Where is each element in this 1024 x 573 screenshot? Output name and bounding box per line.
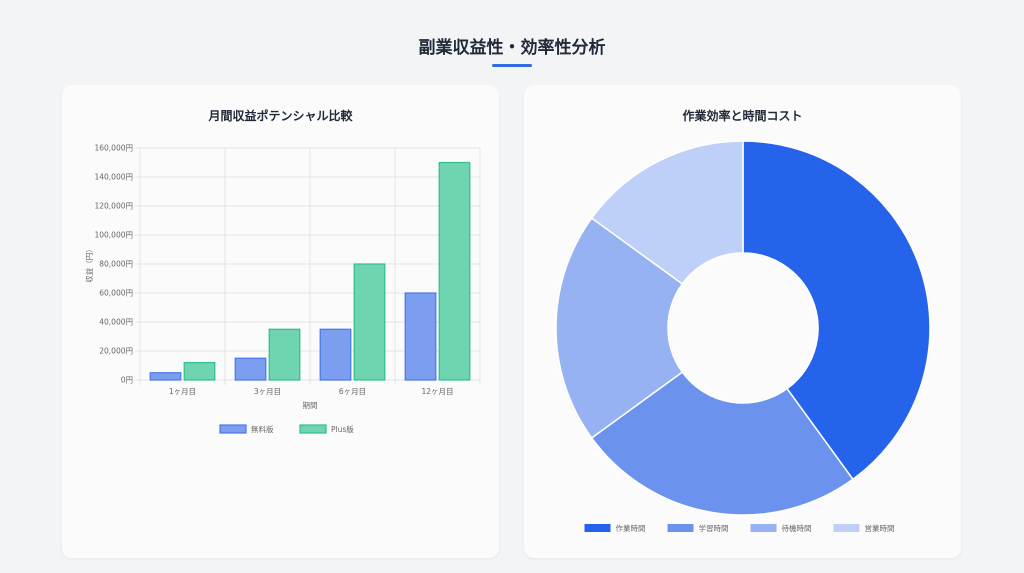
x-tick-label: 6ヶ月目 [339,387,366,396]
x-axis-title: 期間 [303,401,318,410]
title-underline [492,64,532,67]
x-tick-label: 1ヶ月目 [169,387,196,396]
legend-label[interactable]: 営業時間 [865,523,895,533]
legend-swatch[interactable] [833,524,860,532]
bar [353,263,386,381]
y-tick-label: 100,000円 [94,231,133,240]
bar [149,372,182,381]
bar [404,292,437,381]
legend-label[interactable]: Plus版 [331,424,354,434]
y-tick-label: 120,000円 [94,202,133,211]
legend-label[interactable]: 待機時間 [782,523,812,533]
legend-swatch[interactable] [299,424,327,434]
legend-swatch[interactable] [750,524,777,532]
page-title: 副業収益性・効率性分析 [418,38,606,58]
legend-label[interactable]: 学習時間 [699,523,729,533]
bar-chart-card: 月間収益ポテンシャル比較 0円 20,000円 40,000円 60,000円 80,0… [62,85,499,558]
bar [234,357,267,381]
legend-swatch[interactable] [584,524,611,532]
legend-swatch[interactable] [667,524,694,532]
y-tick-label: 0円 [121,376,133,385]
x-tick-label: 3ヶ月目 [254,387,281,396]
y-tick-label: 160,000円 [94,144,133,153]
bar [319,328,352,381]
bar [183,362,216,381]
donut-chart-card: 作業効率と時間コスト 作業時間 学習時間 待機時間 営業時間 [524,85,961,558]
y-axis-title: 収益（円） [84,245,94,283]
bar [438,161,471,381]
y-tick-label: 140,000円 [94,173,133,182]
legend-label[interactable]: 無料版 [251,424,274,434]
legend-label[interactable]: 作業時間 [616,523,646,533]
legend-swatch[interactable] [219,424,247,434]
y-tick-label: 60,000円 [99,289,133,298]
y-tick-label: 80,000円 [99,260,133,269]
y-tick-label: 20,000円 [99,347,133,356]
x-tick-label: 12ヶ月目 [421,387,453,396]
y-tick-label: 40,000円 [99,318,133,327]
donut-chart: 作業時間 学習時間 待機時間 営業時間 [555,140,931,533]
bar-chart: 0円 20,000円 40,000円 60,000円 80,000円 100,000円 12… [84,144,481,434]
bar [268,328,301,381]
